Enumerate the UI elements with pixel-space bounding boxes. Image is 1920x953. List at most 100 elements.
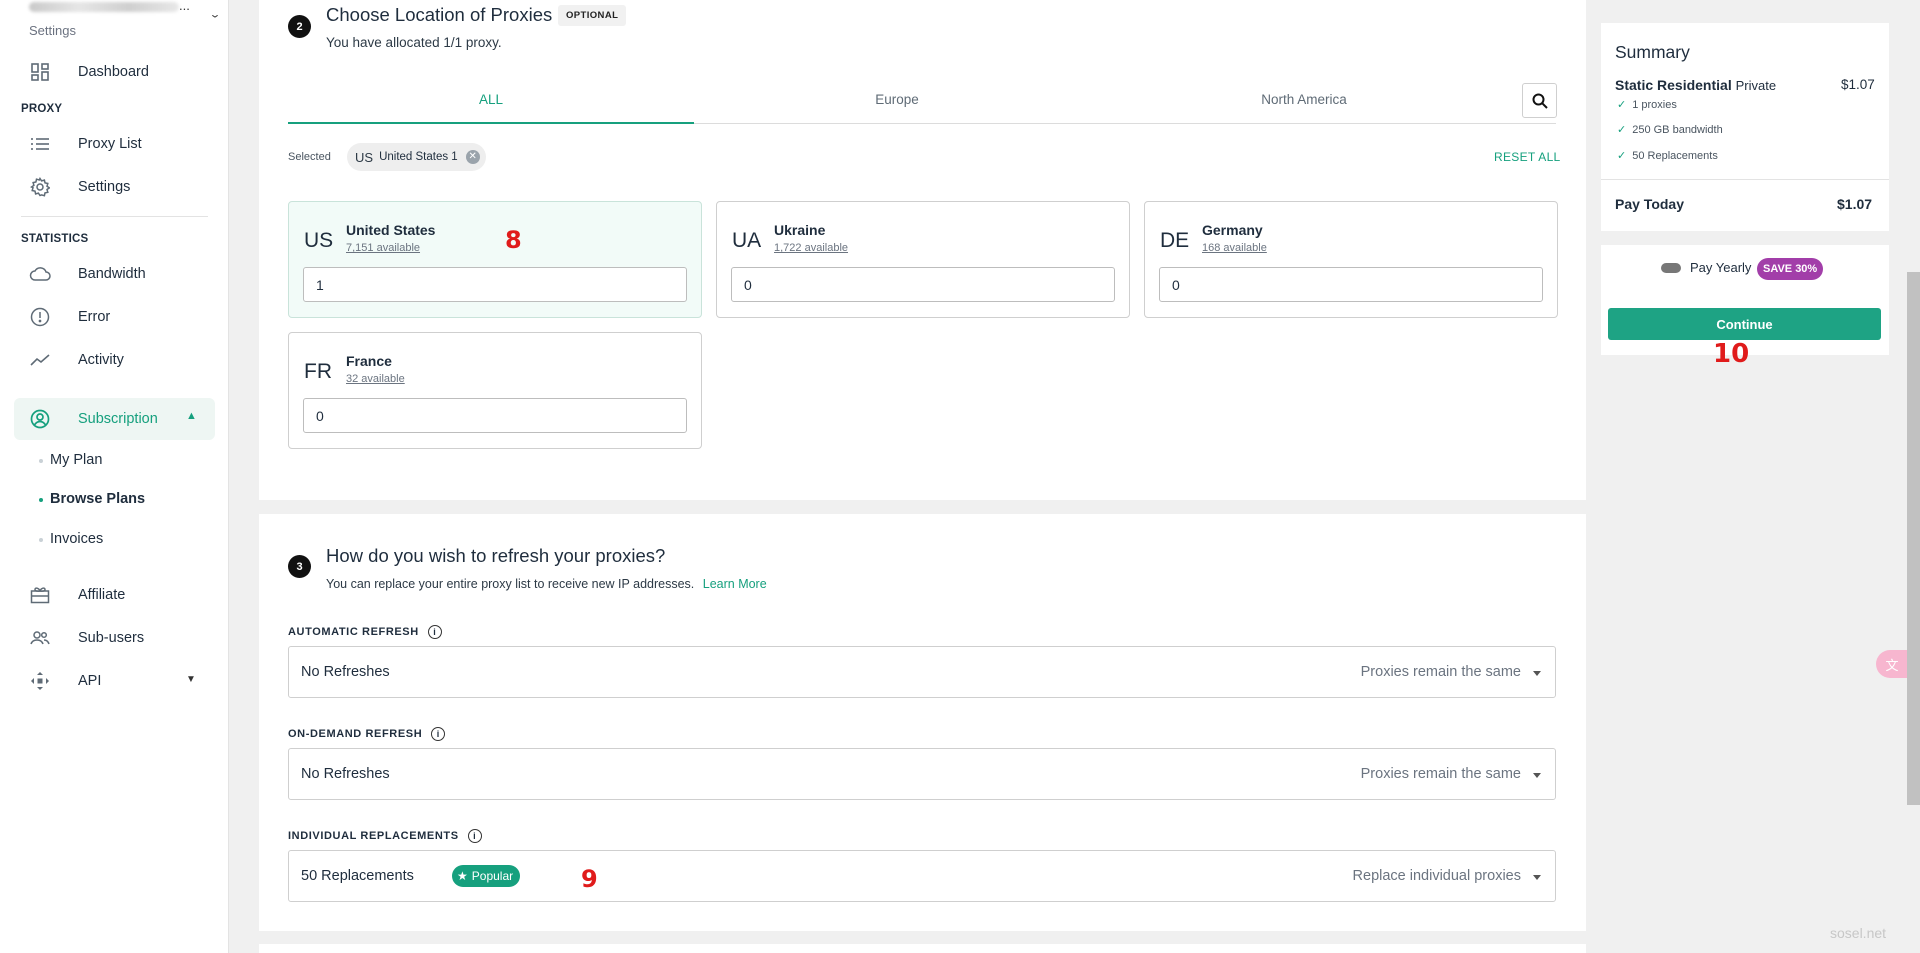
check-icon: ✓ — [1617, 99, 1627, 111]
summary-title: Summary — [1615, 42, 1690, 62]
caret-down-icon — [1533, 671, 1541, 676]
chip-country-code: US — [355, 149, 374, 165]
tab-europe[interactable]: Europe — [694, 92, 1100, 107]
info-icon[interactable]: i — [427, 625, 442, 639]
check-icon: ✓ — [1617, 150, 1627, 162]
location-card-de[interactable]: DE Germany 168 available 0 — [1144, 201, 1558, 318]
location-card-us[interactable]: US United States 7,151 available 1 — [288, 201, 702, 318]
annotation-10: 10 — [1713, 339, 1750, 369]
automatic-refresh-label: AUTOMATIC REFRESH i — [288, 625, 442, 639]
sidebar-item-settings[interactable]: Settings — [28, 176, 130, 198]
active-tab-indicator — [288, 122, 694, 124]
section-subtitle: You can replace your entire proxy list t… — [326, 577, 767, 591]
automatic-refresh-select[interactable]: No Refreshes Proxies remain the same — [288, 646, 1556, 698]
caret-down-icon — [1533, 773, 1541, 778]
translate-float-button[interactable]: 文 — [1876, 650, 1908, 678]
chevron-down-icon[interactable]: ⌄ — [209, 9, 221, 21]
star-icon: ★ — [457, 869, 468, 883]
check-icon: ✓ — [1617, 124, 1627, 136]
chip-remove-icon[interactable]: ✕ — [465, 150, 480, 164]
quantity-input[interactable]: 0 — [303, 398, 687, 433]
scrollbar[interactable] — [1907, 0, 1920, 953]
chevron-up-icon[interactable]: ▲ — [186, 410, 197, 422]
search-button[interactable] — [1522, 83, 1557, 118]
section-subtitle: You have allocated 1/1 proxy. — [326, 35, 502, 50]
region-tabs: ALL Europe North America — [288, 82, 1556, 124]
next-card — [259, 944, 1586, 953]
plan-price: $1.07 — [1841, 77, 1875, 92]
sidebar-item-bandwidth[interactable]: Bandwidth — [28, 263, 146, 285]
nav-heading-proxy: PROXY — [21, 103, 63, 115]
trending-icon — [28, 349, 52, 371]
step-badge: 3 — [288, 555, 311, 578]
location-card-ua[interactable]: UA Ukraine 1,722 available 0 — [716, 201, 1130, 318]
country-name: France — [346, 353, 392, 369]
plan-name: Static Residential Private — [1615, 77, 1777, 93]
user-circle-icon — [28, 408, 52, 430]
availability-link[interactable]: 1,722 available — [774, 242, 848, 254]
country-name: Germany — [1202, 222, 1263, 238]
optional-badge: OPTIONAL — [558, 5, 627, 26]
tab-north-america[interactable]: North America — [1101, 92, 1507, 107]
caret-down-icon — [1533, 875, 1541, 880]
availability-link[interactable]: 7,151 available — [346, 242, 420, 254]
country-code: DE — [1160, 229, 1190, 252]
dashboard-icon — [28, 61, 52, 83]
chip-label: United States 1 — [379, 151, 458, 163]
sidebar-item-proxy-list[interactable]: Proxy List — [28, 133, 142, 155]
summary-feature: ✓ 250 GB bandwidth — [1617, 123, 1723, 137]
annotation-9: 9 — [581, 865, 598, 893]
sidebar-subitem-browse-plans[interactable]: Browse Plans — [39, 491, 145, 507]
summary-feature: ✓ 1 proxies — [1617, 98, 1677, 112]
summary-feature: ✓ 50 Replacements — [1617, 149, 1718, 163]
sidebar-item-dashboard[interactable]: Dashboard — [28, 61, 149, 83]
pay-yearly-toggle[interactable] — [1661, 263, 1681, 273]
pay-today-label: Pay Today — [1615, 196, 1684, 212]
chevron-down-icon[interactable]: ▼ — [186, 674, 196, 685]
country-code: US — [304, 229, 334, 252]
individual-replacements-select[interactable]: 50 Replacements ★ Popular Replace indivi… — [288, 850, 1556, 902]
scrollbar-thumb[interactable] — [1907, 272, 1920, 805]
alert-circle-icon — [28, 306, 52, 328]
learn-more-link[interactable]: Learn More — [703, 577, 767, 591]
step-badge: 2 — [288, 15, 311, 38]
section-title: Choose Location of Proxies — [326, 4, 553, 25]
sidebar-item-error[interactable]: Error — [28, 306, 110, 328]
users-icon — [28, 627, 52, 649]
search-icon — [1532, 93, 1548, 109]
popular-badge: ★ Popular — [452, 865, 521, 887]
on-demand-refresh-select[interactable]: No Refreshes Proxies remain the same — [288, 748, 1556, 800]
section-title: How do you wish to refresh your proxies? — [326, 545, 666, 566]
individual-replacements-label: INDIVIDUAL REPLACEMENTS i — [288, 829, 482, 843]
availability-link[interactable]: 32 available — [346, 373, 405, 385]
save-badge: SAVE 30% — [1757, 258, 1824, 280]
pay-yearly-label: Pay Yearly — [1690, 260, 1752, 275]
quantity-input[interactable]: 1 — [303, 267, 687, 302]
sidebar-item-activity[interactable]: Activity — [28, 349, 124, 371]
selected-label: Selected — [288, 151, 331, 163]
sidebar-item-api[interactable]: API ▼ — [28, 670, 196, 692]
reset-all-button[interactable]: RESET ALL — [1494, 150, 1561, 164]
sidebar-subitem-my-plan[interactable]: My Plan — [39, 452, 102, 468]
account-name-blurred — [29, 2, 179, 12]
sidebar-item-affiliate[interactable]: Affiliate — [28, 584, 125, 606]
api-icon — [28, 670, 52, 692]
quantity-input[interactable]: 0 — [1159, 267, 1543, 302]
location-card-fr[interactable]: FR France 32 available 0 — [288, 332, 702, 449]
quantity-input[interactable]: 0 — [731, 267, 1115, 302]
pay-today-amount: $1.07 — [1837, 196, 1873, 212]
sidebar-item-sub-users[interactable]: Sub-users — [28, 627, 144, 649]
account-switcher[interactable]: ... ⌄ Settings — [29, 0, 221, 40]
tab-all[interactable]: ALL — [288, 92, 694, 107]
country-code: FR — [304, 360, 332, 383]
annotation-8: 8 — [505, 226, 522, 254]
summary-divider — [1601, 179, 1889, 180]
nav-heading-statistics: STATISTICS — [21, 233, 89, 245]
availability-link[interactable]: 168 available — [1202, 242, 1267, 254]
continue-button[interactable]: Continue — [1608, 308, 1881, 340]
info-icon[interactable]: i — [467, 829, 482, 843]
sidebar-item-subscription[interactable]: Subscription ▲ — [28, 408, 197, 430]
country-name: Ukraine — [774, 222, 826, 238]
info-icon[interactable]: i — [431, 727, 446, 741]
sidebar-subitem-invoices[interactable]: Invoices — [39, 531, 103, 547]
